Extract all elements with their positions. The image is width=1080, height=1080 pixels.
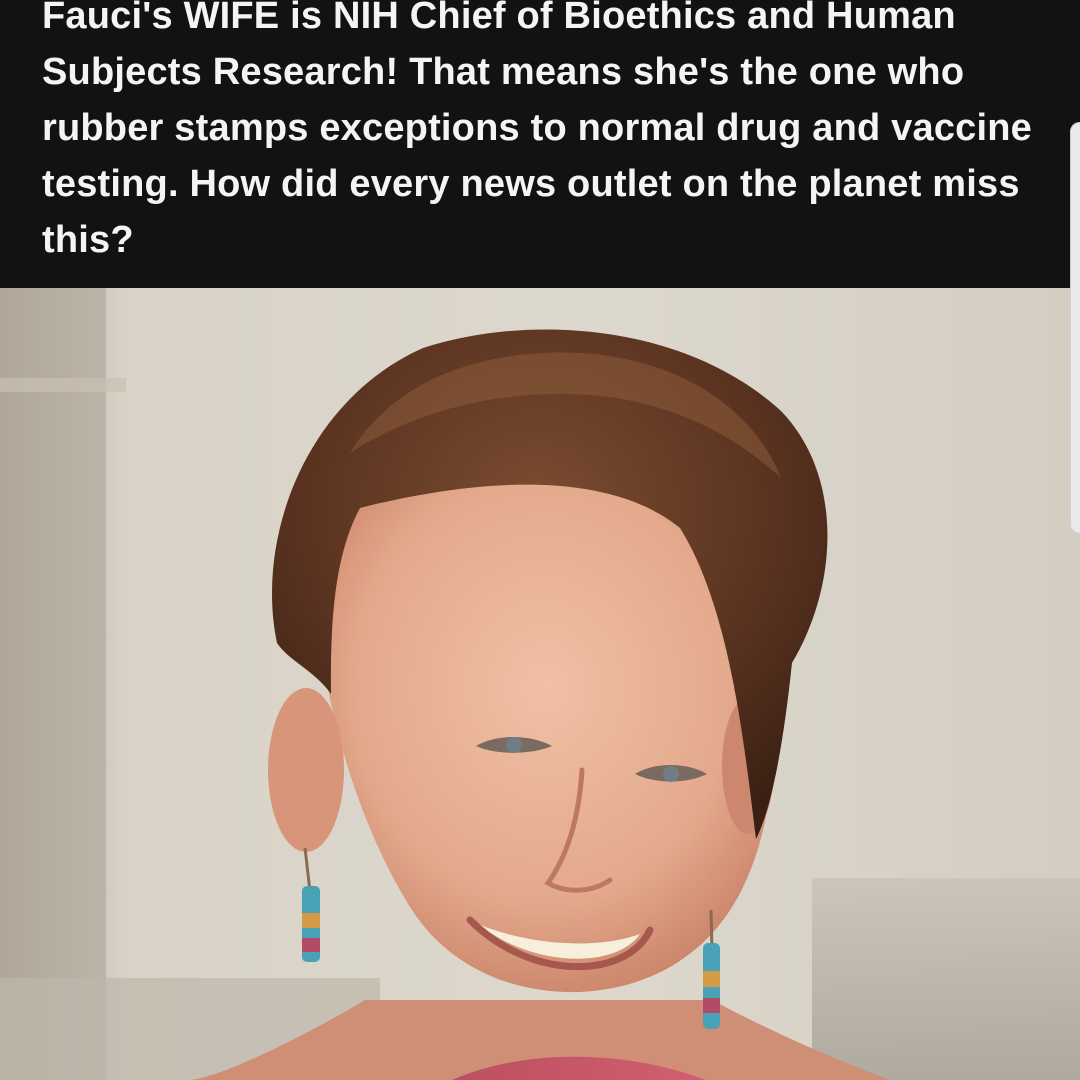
scroll-indicator[interactable] xyxy=(1070,122,1080,534)
caption-bar: Fauci's WIFE is NIH Chief of Bioethics a… xyxy=(0,0,1080,288)
caption-text: Fauci's WIFE is NIH Chief of Bioethics a… xyxy=(42,0,1032,261)
meme-post: Fauci's WIFE is NIH Chief of Bioethics a… xyxy=(0,0,1080,1080)
portrait-photo xyxy=(0,288,1080,1080)
